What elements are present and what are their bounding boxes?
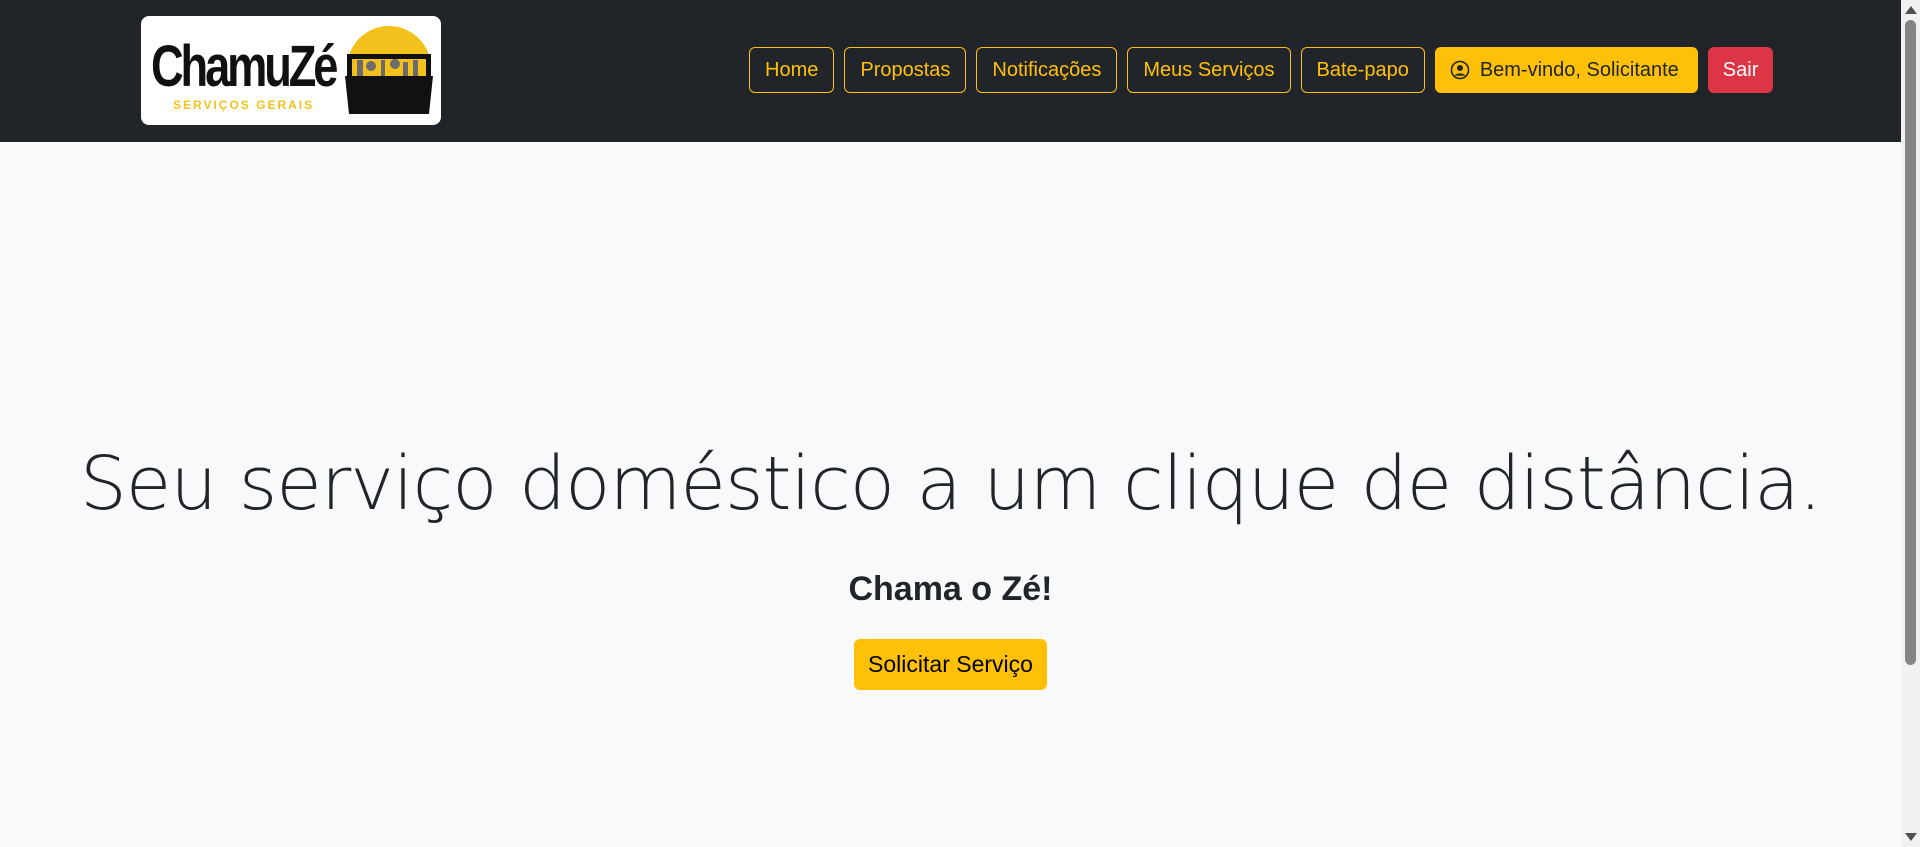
scroll-up-arrow-icon[interactable] [1905, 6, 1917, 14]
welcome-label: Bem-vindo, Solicitante [1479, 58, 1679, 81]
nav-notifications-button[interactable]: Notificações [976, 47, 1118, 93]
user-circle-icon [1450, 60, 1470, 80]
hero-title: Seu serviço doméstico a um clique de dis… [79, 441, 1822, 527]
request-service-button[interactable]: Solicitar Serviço [854, 639, 1047, 690]
brand-tagline: SERVIÇOS GERAIS [173, 98, 315, 112]
nav-home-button[interactable]: Home [749, 47, 835, 93]
page-scrollbar[interactable] [1901, 0, 1920, 847]
hero-section: Seu serviço doméstico a um clique de dis… [0, 142, 1901, 847]
nav-proposals-button[interactable]: Propostas [844, 47, 967, 93]
welcome-user-button[interactable]: Bem-vindo, Solicitante [1434, 47, 1698, 93]
scrollbar-thumb[interactable] [1905, 20, 1916, 665]
nav-chat-button[interactable]: Bate-papo [1300, 47, 1425, 93]
logout-button[interactable]: Sair [1707, 47, 1774, 93]
brand-name: ChamuZé [151, 34, 338, 99]
scroll-down-arrow-icon[interactable] [1905, 833, 1917, 841]
hero-subtitle: Chama o Zé! [848, 570, 1053, 608]
nav-my-services-button[interactable]: Meus Serviços [1127, 47, 1291, 93]
main-nav: Home Propostas Notificações Meus Serviço… [749, 47, 1774, 93]
brand-logo[interactable]: ChamuZé SERVIÇOS GERAIS [141, 16, 441, 125]
toolbox-icon [345, 26, 433, 114]
top-navbar: ChamuZé SERVIÇOS GERAIS Home Propostas N… [0, 0, 1901, 142]
